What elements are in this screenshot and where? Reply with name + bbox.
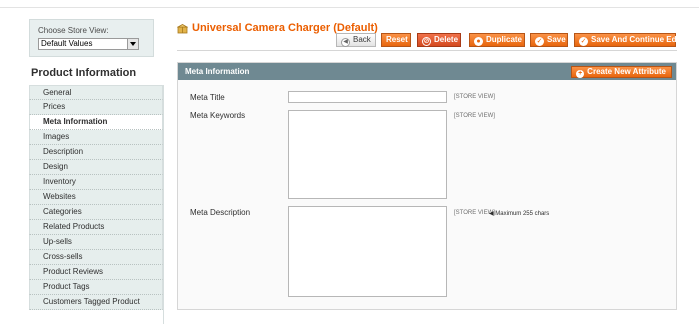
save-and-continue-button[interactable]: ✓ Save And Continue Edit (574, 33, 681, 47)
meta-description-textarea[interactable] (288, 206, 447, 297)
meta-keywords-label: Meta Keywords (190, 111, 246, 120)
fieldset-title: Meta Information (185, 67, 250, 76)
delete-icon: ⊘ (422, 37, 431, 46)
reset-button[interactable]: Reset (381, 33, 411, 47)
sidebar-divider (163, 85, 164, 324)
tab-cross-sells[interactable]: Cross-sells (29, 250, 163, 265)
duplicate-icon: ● (474, 37, 483, 46)
tab-websites[interactable]: Websites (29, 190, 163, 205)
store-switcher-label: Choose Store View: (38, 26, 109, 35)
meta-keywords-scope: [STORE VIEW] (454, 113, 495, 119)
store-view-select[interactable]: Default Values (38, 38, 139, 50)
tab-prices[interactable]: Prices (29, 100, 163, 115)
tab-customers-tagged-product[interactable]: Customers Tagged Product (29, 295, 163, 310)
store-switcher: Choose Store View: Default Values (29, 19, 154, 57)
meta-title-input[interactable] (288, 91, 447, 103)
tab-related-products[interactable]: Related Products (29, 220, 163, 235)
meta-description-label: Meta Description (190, 208, 251, 217)
tab-product-tags[interactable]: Product Tags (29, 280, 163, 295)
tab-design[interactable]: Design (29, 160, 163, 175)
chevron-down-icon[interactable] (127, 39, 138, 49)
sidebar-title: Product Information (31, 67, 137, 79)
meta-title-scope: [STORE VIEW] (454, 94, 495, 100)
tab-product-reviews[interactable]: Product Reviews (29, 265, 163, 280)
meta-information-fieldset: Meta Information + Create New Attribute M… (177, 62, 677, 310)
back-button[interactable]: ◀ Back (336, 33, 376, 47)
heading-divider (177, 50, 677, 51)
tab-images[interactable]: Images (29, 130, 163, 145)
meta-description-note-text: Maximum 255 chars (495, 211, 550, 217)
plus-icon: + (576, 70, 585, 78)
sidebar-tabs: General Prices Meta Information Images D… (29, 85, 163, 310)
top-divider (0, 7, 699, 8)
tab-description[interactable]: Description (29, 145, 163, 160)
checkmark-icon: ✓ (579, 37, 588, 46)
tab-meta-information[interactable]: Meta Information (29, 115, 163, 130)
meta-keywords-textarea[interactable] (288, 110, 447, 199)
store-view-value: Default Values (41, 39, 93, 48)
tab-categories[interactable]: Categories (29, 205, 163, 220)
tab-inventory[interactable]: Inventory (29, 175, 163, 190)
duplicate-button[interactable]: ● Duplicate (469, 33, 525, 47)
back-arrow-icon: ◀ (341, 38, 350, 47)
product-icon (177, 24, 188, 34)
tab-up-sells[interactable]: Up-sells (29, 235, 163, 250)
create-attribute-button[interactable]: + Create New Attribute (571, 66, 672, 78)
meta-title-label: Meta Title (190, 93, 225, 102)
checkmark-icon: ✓ (535, 37, 544, 46)
save-button[interactable]: ✓ Save (530, 33, 568, 47)
delete-button[interactable]: ⊘ Delete (417, 33, 461, 47)
meta-description-note: ◀ Maximum 255 chars (489, 211, 550, 217)
tab-general[interactable]: General (29, 85, 163, 100)
